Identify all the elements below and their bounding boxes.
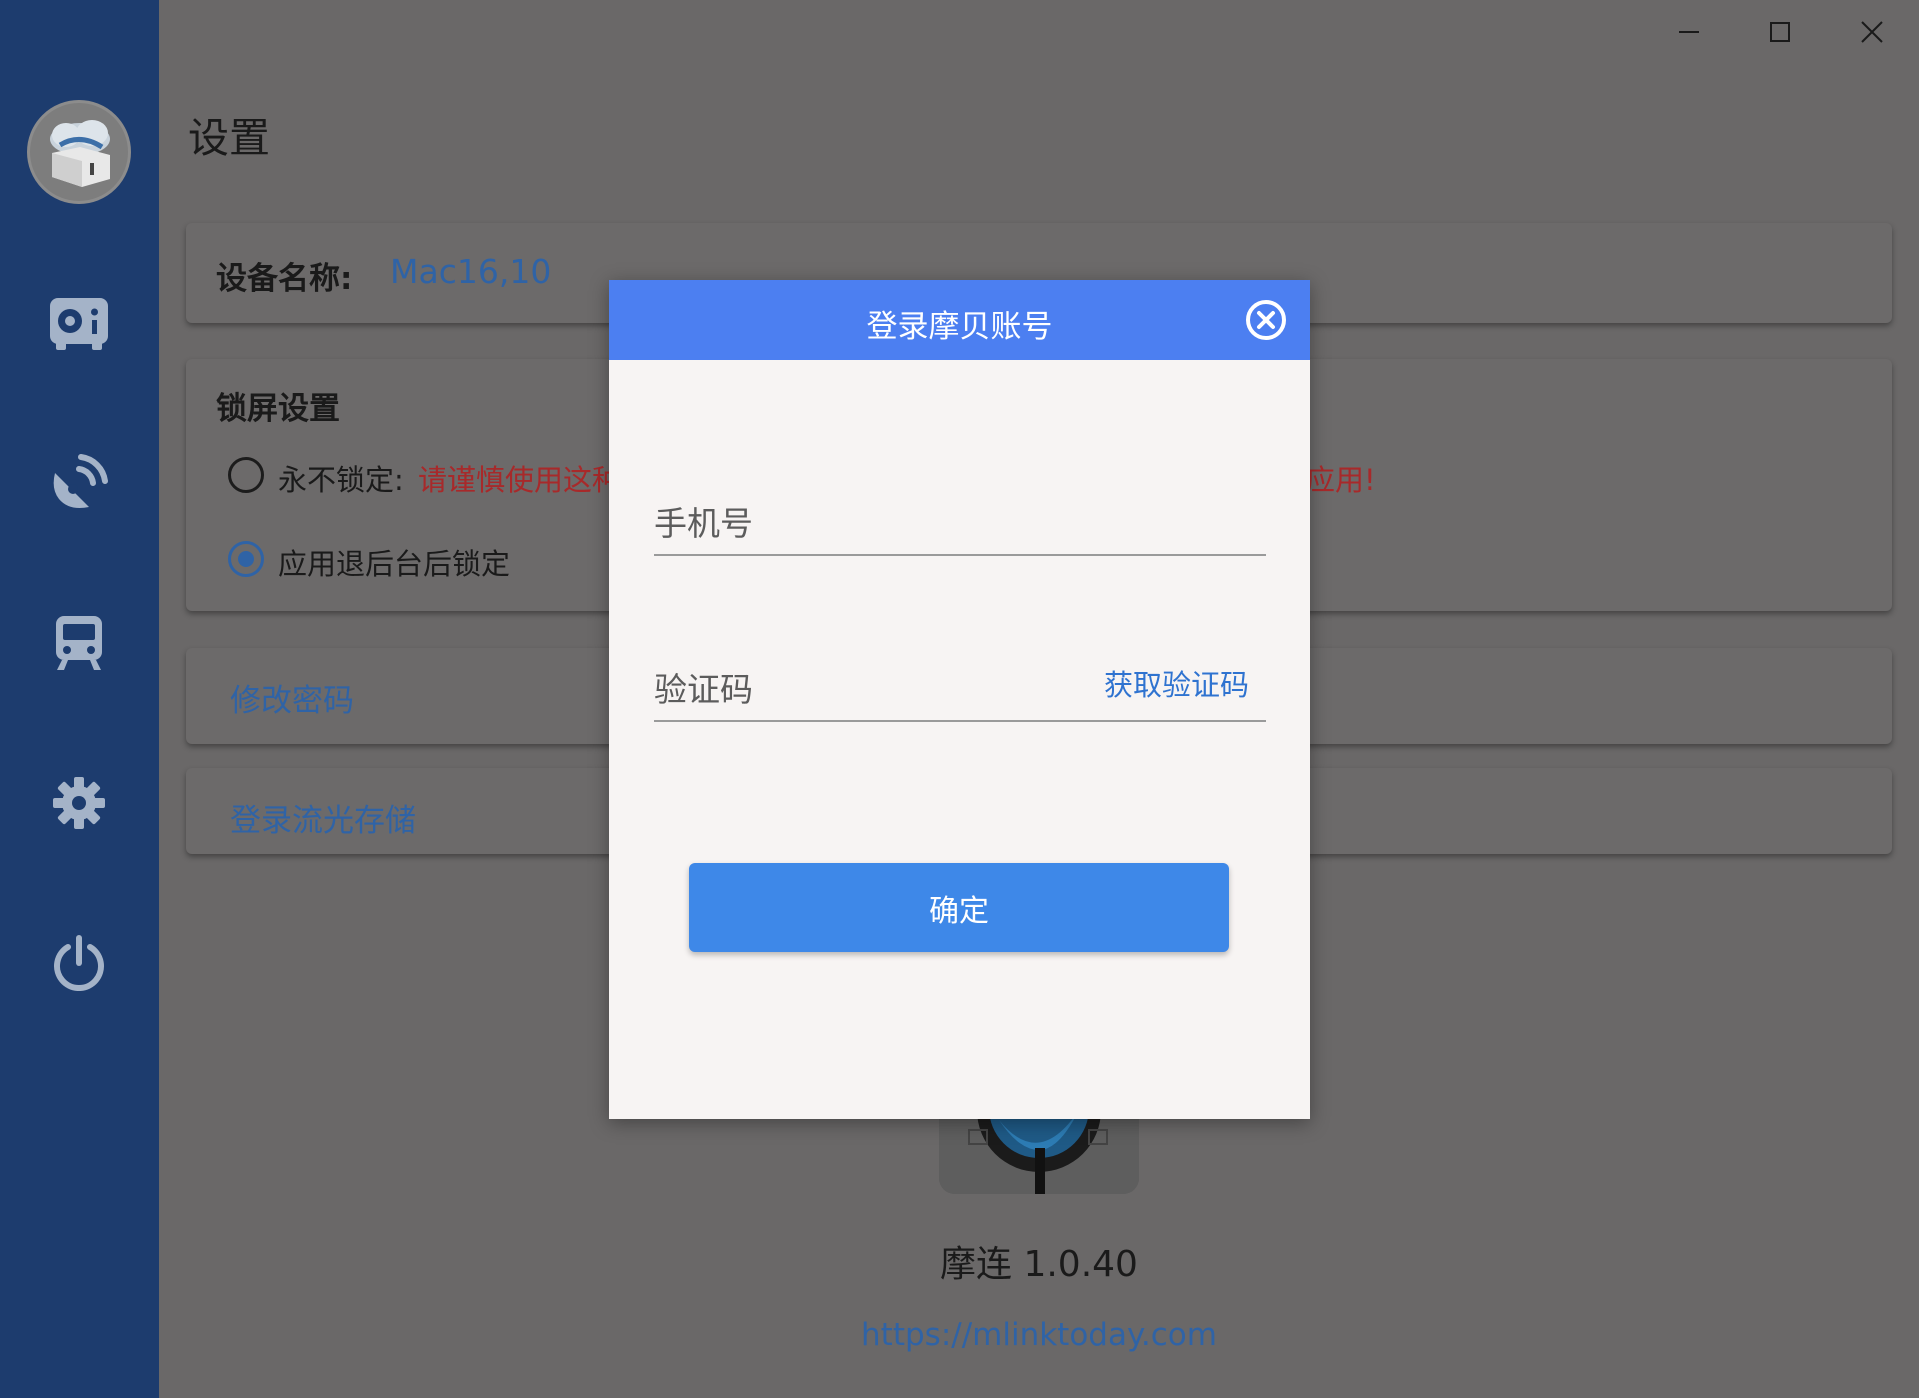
- device-name-label: 设备名称:: [216, 261, 353, 297]
- get-code-button[interactable]: 获取验证码: [1104, 662, 1249, 704]
- close-circle-icon: [1246, 300, 1286, 340]
- phone-field: [654, 470, 1266, 556]
- sidebar-item-power[interactable]: [42, 926, 116, 1000]
- login-dialog: 登录摩贝账号 获取验证码 确定: [609, 280, 1310, 1119]
- power-icon: [54, 935, 104, 991]
- sidebar: [0, 0, 159, 1398]
- avatar[interactable]: [27, 100, 131, 204]
- lock-background-label: 应用退后台后锁定: [278, 547, 511, 581]
- page-title: 设置: [188, 114, 270, 162]
- sidebar-item-transfer[interactable]: [42, 606, 116, 680]
- lock-settings-title: 锁屏设置: [216, 391, 340, 427]
- disk-icon: [50, 298, 108, 350]
- close-button[interactable]: [1848, 10, 1896, 54]
- login-storage-link[interactable]: 登录流光存储: [230, 795, 416, 840]
- dialog-header: 登录摩贝账号: [609, 280, 1310, 360]
- lock-never-label: 永不锁定:: [278, 463, 404, 497]
- dialog-close-button[interactable]: [1245, 299, 1287, 341]
- phone-input[interactable]: [654, 498, 1074, 548]
- gear-icon: [53, 777, 105, 829]
- website-link[interactable]: https://mlinktoday.com: [159, 1317, 1919, 1353]
- satellite-icon: [53, 454, 108, 508]
- minimize-button[interactable]: [1665, 10, 1713, 54]
- app-version: 摩连 1.0.40: [940, 1244, 1138, 1285]
- sidebar-item-settings[interactable]: [42, 766, 116, 840]
- sidebar-item-connect[interactable]: [42, 446, 116, 520]
- lock-never-warning: 请谨慎使用这种: [418, 463, 622, 497]
- cloud-box-icon: [50, 120, 110, 187]
- maximize-button[interactable]: [1756, 10, 1804, 54]
- sidebar-item-disk[interactable]: [42, 287, 116, 361]
- confirm-button[interactable]: 确定: [689, 863, 1229, 952]
- lock-never-warning-end: 应用!: [1306, 463, 1376, 497]
- minimize-icon: [1679, 31, 1699, 33]
- dialog-title: 登录摩贝账号: [866, 309, 1053, 345]
- train-icon: [56, 616, 102, 670]
- lock-never-radio[interactable]: [228, 457, 264, 493]
- change-password-link[interactable]: 修改密码: [230, 675, 354, 720]
- device-name-value: Mac16,10: [390, 252, 552, 291]
- maximize-icon: [1770, 22, 1790, 42]
- lock-background-radio[interactable]: [228, 541, 264, 577]
- code-input[interactable]: [654, 664, 1074, 714]
- close-icon: [1861, 21, 1883, 43]
- code-field: 获取验证码: [654, 636, 1266, 722]
